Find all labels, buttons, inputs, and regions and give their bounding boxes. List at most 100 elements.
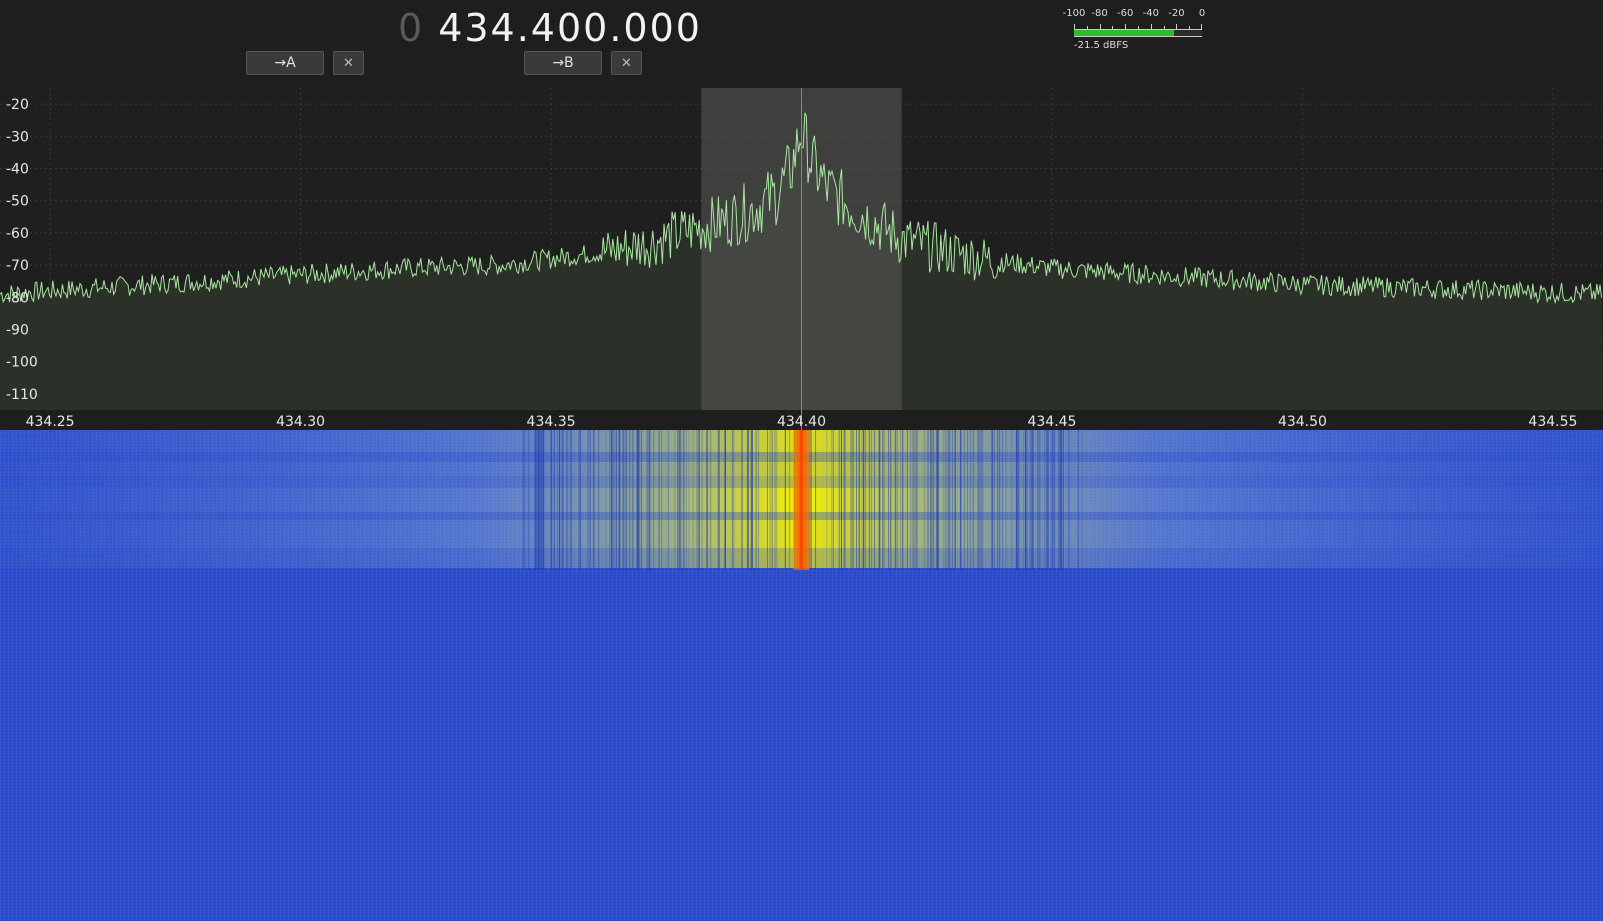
meter-tick-label: -20 bbox=[1168, 8, 1185, 19]
clear-b-button[interactable]: ✕ bbox=[611, 51, 642, 75]
waterfall-streak bbox=[1047, 430, 1048, 570]
spectrum-plot[interactable]: -20 -30 -40 -50 -60 -70 -80 -90 -100 -110 434.25 43… bbox=[0, 88, 1603, 430]
vfo-leading-digit[interactable]: 0 bbox=[398, 6, 424, 50]
waterfall-streak bbox=[618, 430, 620, 570]
waterfall-streak bbox=[698, 430, 700, 570]
meter-tick-label: 0 bbox=[1198, 8, 1206, 19]
waterfall-streak bbox=[977, 430, 979, 570]
waterfall-streak bbox=[559, 430, 560, 570]
waterfall-streak bbox=[948, 430, 950, 570]
waterfall-streak bbox=[661, 430, 662, 570]
waterfall-streak bbox=[522, 430, 524, 570]
waterfall-streak bbox=[949, 430, 951, 570]
waterfall-streak bbox=[550, 430, 551, 570]
waterfall-streak bbox=[1030, 430, 1031, 570]
waterfall-streak bbox=[1017, 430, 1019, 570]
waterfall-streak bbox=[696, 430, 697, 570]
waterfall-streak bbox=[717, 430, 719, 570]
to-vfo-a-button[interactable]: →A bbox=[246, 51, 324, 75]
waterfall-display[interactable] bbox=[0, 430, 1603, 921]
waterfall-streak bbox=[537, 430, 539, 570]
waterfall-streak bbox=[826, 430, 828, 570]
waterfall-streak bbox=[638, 430, 640, 570]
waterfall-streak bbox=[697, 430, 699, 570]
waterfall-streak bbox=[902, 430, 904, 570]
waterfall-streak bbox=[640, 430, 642, 570]
waterfall-streak bbox=[1052, 430, 1054, 570]
waterfall-streak bbox=[701, 430, 703, 570]
waterfall-streak bbox=[683, 430, 685, 570]
waterfall-streak bbox=[610, 430, 612, 570]
waterfall-streak bbox=[647, 430, 649, 570]
meter-tick-labels: -100 -80 -60 -40 -20 0 bbox=[1062, 8, 1212, 22]
waterfall-streak bbox=[741, 430, 743, 570]
waterfall-streak bbox=[972, 430, 974, 570]
waterfall-streak bbox=[946, 430, 948, 570]
meter-level-bar bbox=[1074, 30, 1175, 36]
waterfall-streak bbox=[856, 430, 857, 570]
waterfall-streak bbox=[832, 430, 834, 570]
waterfall-streak bbox=[1002, 430, 1003, 570]
waterfall-streak bbox=[870, 430, 872, 570]
waterfall-streak bbox=[767, 430, 768, 570]
waterfall-streak bbox=[775, 430, 777, 570]
waterfall-streak bbox=[913, 430, 915, 570]
waterfall-streak bbox=[612, 430, 614, 570]
meter-tick-label: -40 bbox=[1142, 8, 1159, 19]
waterfall-streak bbox=[589, 430, 591, 570]
waterfall-streak bbox=[579, 430, 581, 570]
waterfall-streak bbox=[980, 430, 982, 570]
waterfall-streak bbox=[967, 430, 969, 570]
meter-tick-label: -100 bbox=[1062, 8, 1086, 19]
vfo-frequency-display[interactable]: 0 434.400.000 bbox=[398, 6, 702, 50]
waterfall-streak bbox=[524, 430, 525, 570]
waterfall-streak bbox=[1050, 430, 1052, 570]
waterfall-streak bbox=[710, 430, 712, 570]
waterfall-streak bbox=[692, 430, 694, 570]
vfo-frequency-value[interactable]: 434.400.000 bbox=[438, 6, 702, 50]
x-tick-label: 434.55 bbox=[1528, 414, 1577, 430]
waterfall-streak bbox=[731, 430, 733, 570]
x-tick-label: 434.30 bbox=[276, 414, 325, 430]
waterfall-streak bbox=[757, 430, 759, 570]
meter-tick-label: -80 bbox=[1091, 8, 1108, 19]
waterfall-streak bbox=[929, 430, 931, 570]
waterfall-streak bbox=[853, 430, 855, 570]
waterfall-streak bbox=[592, 430, 594, 570]
waterfall-streak bbox=[629, 430, 631, 570]
waterfall-streak bbox=[960, 430, 961, 570]
clear-a-button[interactable]: ✕ bbox=[333, 51, 364, 75]
waterfall-streak bbox=[1054, 430, 1056, 570]
waterfall-streak bbox=[561, 430, 563, 570]
waterfall-streak bbox=[658, 430, 660, 570]
waterfall-streak bbox=[978, 430, 980, 570]
x-tick-label: 434.50 bbox=[1278, 414, 1327, 430]
waterfall-streak bbox=[773, 430, 775, 570]
waterfall-streak bbox=[861, 430, 863, 570]
waterfall-streak bbox=[1011, 430, 1013, 570]
waterfall-streak bbox=[954, 430, 956, 570]
waterfall-streak bbox=[864, 430, 866, 570]
waterfall-streak bbox=[895, 430, 897, 570]
y-tick-label: -90 bbox=[6, 323, 29, 339]
waterfall-streak bbox=[615, 430, 617, 570]
waterfall-streak bbox=[541, 430, 543, 570]
waterfall-streak bbox=[963, 430, 965, 570]
waterfall-streak bbox=[927, 430, 929, 570]
waterfall-streak bbox=[890, 430, 892, 570]
waterfall-streak bbox=[1024, 430, 1026, 570]
waterfall-streak bbox=[997, 430, 999, 570]
waterfall-streak bbox=[543, 430, 545, 570]
signal-level-meter: -100 -80 -60 -40 -20 0 -21.5 dBFS bbox=[1062, 8, 1212, 52]
x-tick-label: 434.40 bbox=[777, 414, 826, 430]
to-vfo-b-button[interactable]: →B bbox=[524, 51, 602, 75]
waterfall-streak bbox=[562, 430, 564, 570]
waterfall-streak bbox=[999, 430, 1001, 570]
waterfall-streak bbox=[598, 430, 600, 570]
meter-bar-track bbox=[1074, 30, 1202, 37]
waterfall-streak bbox=[945, 430, 947, 570]
waterfall-streak bbox=[685, 430, 687, 570]
waterfall-streak bbox=[653, 430, 654, 570]
waterfall-streak bbox=[785, 430, 786, 570]
waterfall-streak bbox=[1023, 430, 1025, 570]
